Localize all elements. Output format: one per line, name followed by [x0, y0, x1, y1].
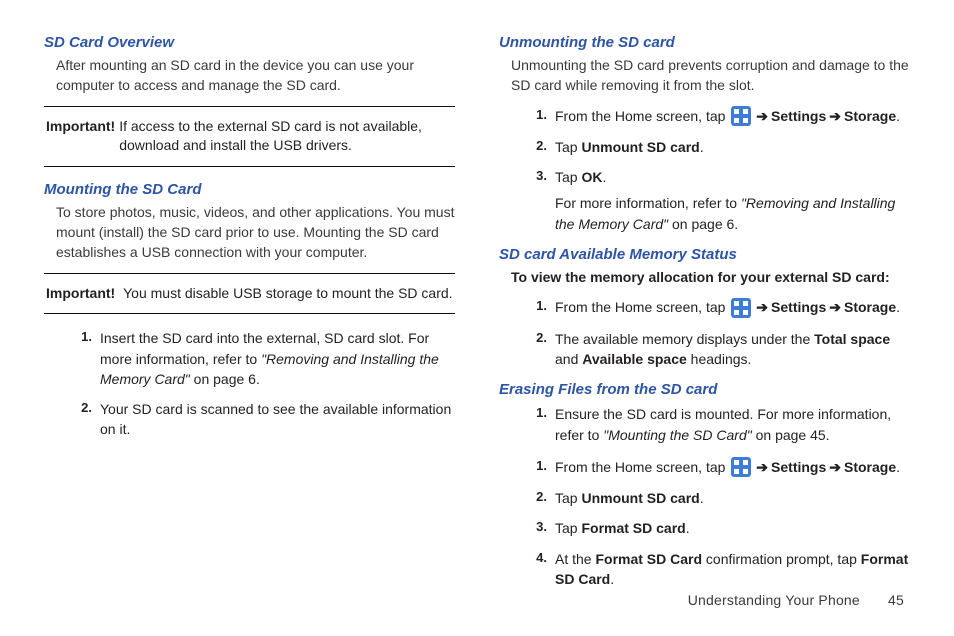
ui-label: Settings — [771, 459, 826, 475]
right-column: Unmounting the SD card Unmounting the SD… — [499, 28, 910, 601]
ui-label: Storage — [844, 108, 896, 124]
step-item: The available memory displays under the … — [533, 329, 910, 370]
arrow-icon: ➔ — [756, 108, 768, 124]
important-callout: Important! You must disable USB storage … — [44, 273, 455, 315]
step-item: Tap Format SD card. — [533, 518, 910, 538]
heading-mounting: Mounting the SD Card — [44, 181, 455, 198]
step-text: on page 6. — [190, 371, 260, 387]
important-label: Important! — [46, 285, 115, 301]
page-footer: Understanding Your Phone 45 — [688, 592, 904, 608]
step-text: From the Home screen, tap — [555, 299, 729, 315]
arrow-icon: ➔ — [829, 459, 841, 475]
important-text: You must disable USB storage to mount th… — [119, 285, 452, 301]
heading-erasing: Erasing Files from the SD card — [499, 381, 910, 398]
step-list: From the Home screen, tap ➔Settings➔Stor… — [499, 457, 910, 589]
period: . — [896, 108, 900, 124]
step-text: Tap — [555, 520, 581, 536]
document-page: SD Card Overview After mounting an SD ca… — [0, 0, 954, 611]
step-list: From the Home screen, tap ➔Settings➔Stor… — [499, 106, 910, 234]
page-number: 45 — [888, 592, 904, 608]
ui-label: Storage — [844, 459, 896, 475]
ui-label: Unmount SD card — [581, 490, 699, 506]
step-text: and — [555, 351, 582, 367]
ui-label: Total space — [814, 331, 890, 347]
paragraph-bold: To view the memory allocation for your e… — [511, 267, 910, 287]
cross-reference: "Mounting the SD Card" — [603, 427, 751, 443]
ui-label: OK — [581, 169, 602, 185]
step-text: Your SD card is scanned to see the avail… — [100, 401, 451, 437]
arrow-icon: ➔ — [829, 299, 841, 315]
ui-label: Available space — [582, 351, 687, 367]
period: . — [896, 299, 900, 315]
step-item: Ensure the SD card is mounted. For more … — [533, 404, 910, 445]
ui-label: Settings — [771, 108, 826, 124]
paragraph: After mounting an SD card in the device … — [56, 55, 455, 96]
step-list: Insert the SD card into the external, SD… — [44, 328, 455, 439]
period: . — [610, 571, 614, 587]
step-list: From the Home screen, tap ➔Settings➔Stor… — [499, 297, 910, 369]
step-text: confirmation prompt, tap — [702, 551, 861, 567]
step-text: Tap — [555, 169, 581, 185]
ui-label: Settings — [771, 299, 826, 315]
apps-grid-icon — [731, 298, 751, 318]
step-text: headings. — [687, 351, 752, 367]
period: . — [602, 169, 606, 185]
period: . — [896, 459, 900, 475]
step-text: on page 45. — [752, 427, 830, 443]
ui-label: Format SD Card — [595, 551, 702, 567]
step-item: Tap Unmount SD card. — [533, 488, 910, 508]
step-text: At the — [555, 551, 595, 567]
step-item: From the Home screen, tap ➔Settings➔Stor… — [533, 297, 910, 318]
heading-memory-status: SD card Available Memory Status — [499, 246, 910, 263]
step-text: From the Home screen, tap — [555, 108, 729, 124]
important-label: Important! — [46, 117, 115, 156]
note-text: For more information, refer to — [555, 195, 741, 211]
arrow-icon: ➔ — [756, 299, 768, 315]
paragraph: To store photos, music, videos, and othe… — [56, 202, 455, 263]
important-callout: Important! If access to the external SD … — [44, 106, 455, 167]
step-item: At the Format SD Card confirmation promp… — [533, 549, 910, 590]
ui-label: Format SD card — [581, 520, 685, 536]
footer-section: Understanding Your Phone — [688, 592, 860, 608]
paragraph: Unmounting the SD card prevents corrupti… — [511, 55, 910, 96]
period: . — [700, 139, 704, 155]
step-list: Ensure the SD card is mounted. For more … — [499, 404, 910, 445]
step-item: Tap OK. For more information, refer to "… — [533, 167, 910, 234]
apps-grid-icon — [731, 106, 751, 126]
important-text: If access to the external SD card is not… — [115, 117, 453, 156]
step-item: Insert the SD card into the external, SD… — [78, 328, 455, 389]
step-item: From the Home screen, tap ➔Settings➔Stor… — [533, 457, 910, 478]
step-text: Tap — [555, 490, 581, 506]
step-item: From the Home screen, tap ➔Settings➔Stor… — [533, 106, 910, 127]
heading-sd-overview: SD Card Overview — [44, 34, 455, 51]
ui-label: Storage — [844, 299, 896, 315]
ui-label: Unmount SD card — [581, 139, 699, 155]
step-note: For more information, refer to "Removing… — [555, 193, 910, 234]
note-text: on page 6. — [668, 216, 738, 232]
arrow-icon: ➔ — [829, 108, 841, 124]
apps-grid-icon — [731, 457, 751, 477]
arrow-icon: ➔ — [756, 459, 768, 475]
left-column: SD Card Overview After mounting an SD ca… — [44, 28, 455, 601]
step-item: Your SD card is scanned to see the avail… — [78, 399, 455, 440]
step-text: From the Home screen, tap — [555, 459, 729, 475]
period: . — [686, 520, 690, 536]
step-text: Tap — [555, 139, 581, 155]
step-text: The available memory displays under the — [555, 331, 814, 347]
heading-unmounting: Unmounting the SD card — [499, 34, 910, 51]
period: . — [700, 490, 704, 506]
step-item: Tap Unmount SD card. — [533, 137, 910, 157]
